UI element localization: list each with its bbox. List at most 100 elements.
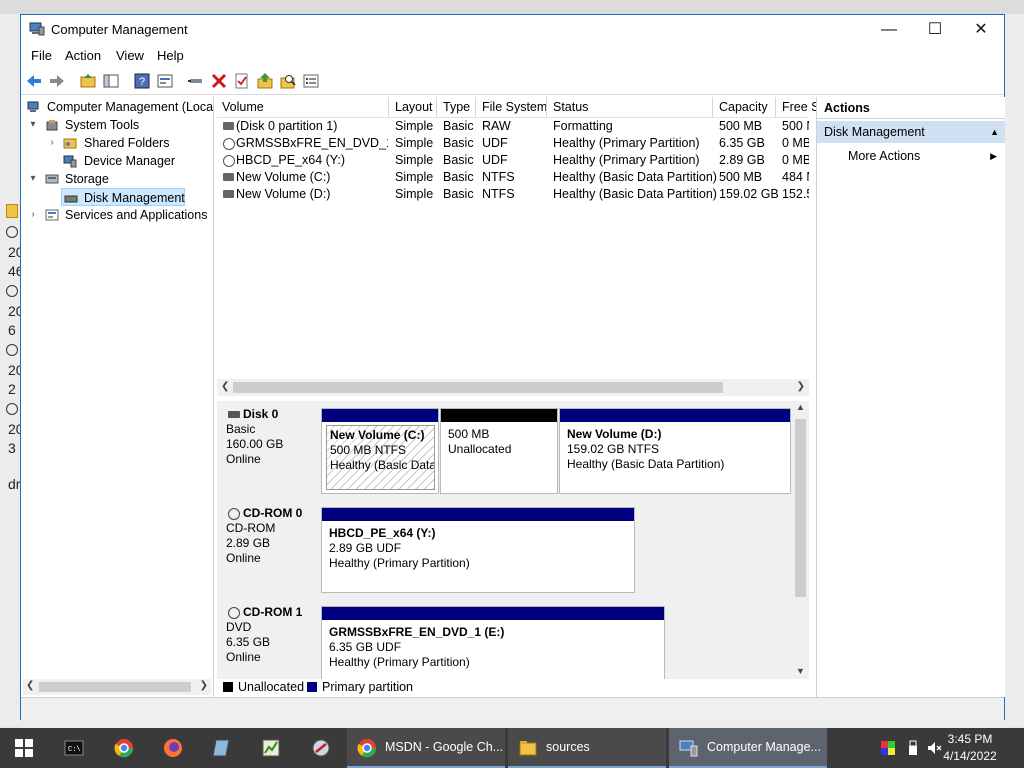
- tree-item-shared-folders[interactable]: › Shared Folders: [23, 134, 211, 152]
- scroll-up-icon[interactable]: ▲: [796, 402, 805, 412]
- menu-file[interactable]: File: [31, 48, 52, 63]
- column-header-type[interactable]: Type: [443, 100, 470, 114]
- expand-arrow-icon[interactable]: ›: [28, 206, 38, 224]
- back-arrow-icon[interactable]: [25, 72, 43, 90]
- scroll-thumb[interactable]: [795, 419, 806, 597]
- disk-name: CD-ROM 1: [243, 605, 303, 619]
- tree-item-services-applications[interactable]: › Services and Applications: [23, 206, 211, 224]
- cd-icon: [228, 607, 240, 619]
- search-icon[interactable]: [279, 72, 297, 90]
- actions-section-disk-management[interactable]: Disk Management ▲: [817, 121, 1005, 143]
- minimize-button[interactable]: —: [866, 15, 912, 45]
- column-header-status[interactable]: Status: [553, 100, 588, 114]
- scroll-down-icon[interactable]: ▼: [796, 666, 805, 676]
- help-icon[interactable]: ?: [133, 72, 151, 90]
- disk-info-cdrom-1[interactable]: CD-ROM 1 DVD 6.35 GB Online: [221, 605, 319, 679]
- scroll-right-icon[interactable]: ❯: [797, 381, 805, 392]
- check-icon[interactable]: [233, 72, 251, 90]
- partition-new-volume-c[interactable]: New Volume (C:) 500 MB NTFS Healthy (Bas…: [321, 408, 439, 494]
- tree-item-computer-management[interactable]: Computer Management (Local: [23, 98, 213, 116]
- color-app-tray-icon[interactable]: [880, 740, 896, 756]
- disk-view-vertical-scrollbar[interactable]: ▲ ▼: [792, 401, 809, 679]
- tree-item-disk-management[interactable]: Disk Management: [61, 188, 185, 206]
- chrome-icon: [114, 739, 134, 758]
- cell-layout: Simple: [395, 136, 434, 150]
- scroll-thumb[interactable]: [39, 682, 191, 692]
- collapse-arrow-icon[interactable]: ▾: [28, 170, 38, 188]
- column-header-capacity[interactable]: Capacity: [719, 100, 768, 114]
- menu-view[interactable]: View: [116, 48, 144, 63]
- title-bar[interactable]: Computer Management — ☐ ✕: [21, 15, 1004, 45]
- tree-item-system-tools[interactable]: ▾ System Tools: [23, 116, 211, 134]
- column-separator[interactable]: [546, 97, 547, 117]
- partition-hbcd-y[interactable]: HBCD_PE_x64 (Y:) 2.89 GB UDF Healthy (Pr…: [321, 507, 635, 593]
- column-header-layout[interactable]: Layout: [395, 100, 433, 114]
- partition-info: GRMSSBxFRE_EN_DVD_1 (E:) 6.35 GB UDF Hea…: [326, 623, 661, 679]
- more-actions-item[interactable]: More Actions ▶: [817, 145, 1005, 167]
- collapse-arrow-icon[interactable]: ▾: [28, 116, 38, 134]
- partition-info: HBCD_PE_x64 (Y:) 2.89 GB UDF Healthy (Pr…: [326, 524, 631, 589]
- tree-item-device-manager[interactable]: Device Manager: [23, 152, 211, 170]
- task-label: MSDN - Google Ch...: [385, 740, 504, 754]
- column-separator[interactable]: [388, 97, 389, 117]
- disk-info-disk-0[interactable]: Disk 0 Basic 160.00 GB Online: [221, 407, 319, 499]
- disk-size: 2.89 GB: [226, 536, 271, 550]
- partition-new-volume-d[interactable]: New Volume (D:) 159.02 GB NTFS Healthy (…: [559, 408, 791, 494]
- maximize-button[interactable]: ☐: [912, 15, 958, 45]
- close-button[interactable]: ✕: [958, 15, 1004, 45]
- forward-arrow-icon[interactable]: [48, 72, 66, 90]
- volume-row[interactable]: New Volume (C:) Simple Basic NTFS Health…: [217, 169, 809, 186]
- menu-action[interactable]: Action: [65, 48, 101, 63]
- column-separator[interactable]: [436, 97, 437, 117]
- scroll-thumb[interactable]: [233, 382, 723, 393]
- volume-list-horizontal-scrollbar[interactable]: ❮ ❯: [217, 379, 809, 396]
- column-separator[interactable]: [712, 97, 713, 117]
- partition-unallocated[interactable]: 500 MB Unallocated: [440, 408, 558, 494]
- usb-drive-tray-icon[interactable]: [906, 740, 920, 756]
- system-clock[interactable]: 3:45 PM 4/14/2022: [940, 731, 1000, 765]
- disk-management-pane: Volume Layout Type File System Status Ca…: [217, 97, 820, 697]
- scroll-right-icon[interactable]: ❯: [200, 680, 208, 691]
- upload-icon[interactable]: [256, 72, 274, 90]
- scroll-left-icon[interactable]: ❮: [221, 381, 229, 392]
- column-header-file-system[interactable]: File System: [482, 100, 547, 114]
- taskbar-firefox[interactable]: [149, 728, 197, 768]
- connect-icon[interactable]: [187, 72, 205, 90]
- taskbar-app-chart[interactable]: [247, 728, 295, 768]
- tree-item-storage[interactable]: ▾ Storage: [23, 170, 211, 188]
- menu-help[interactable]: Help: [157, 48, 184, 63]
- taskbar-chrome[interactable]: [100, 728, 148, 768]
- delete-icon[interactable]: [210, 72, 228, 90]
- disk-info-cdrom-0[interactable]: CD-ROM 0 CD-ROM 2.89 GB Online: [221, 506, 319, 598]
- tree-label: Shared Folders: [84, 136, 170, 150]
- cell-status: Healthy (Primary Partition): [553, 153, 700, 167]
- tree-horizontal-scrollbar[interactable]: ❮ ❯: [23, 679, 211, 695]
- taskbar-terminal[interactable]: C:\: [50, 728, 98, 768]
- start-button[interactable]: [0, 728, 48, 768]
- cell-volume: New Volume (C:): [236, 170, 331, 184]
- taskbar-app-tool[interactable]: [297, 728, 345, 768]
- taskbar-app-notebook[interactable]: [198, 728, 246, 768]
- volume-row[interactable]: (Disk 0 partition 1) Simple Basic RAW Fo…: [217, 118, 809, 135]
- list-view-icon[interactable]: [302, 72, 320, 90]
- up-folder-icon[interactable]: [79, 72, 97, 90]
- column-separator[interactable]: [775, 97, 776, 117]
- expand-arrow-icon[interactable]: ›: [47, 134, 57, 152]
- volume-row[interactable]: HBCD_PE_x64 (Y:) Simple Basic UDF Health…: [217, 152, 809, 169]
- taskbar-task-sources[interactable]: sources: [508, 728, 666, 768]
- column-header-volume[interactable]: Volume: [222, 100, 264, 114]
- partition-grmssbxfre-e[interactable]: GRMSSBxFRE_EN_DVD_1 (E:) 6.35 GB UDF Hea…: [321, 606, 665, 679]
- taskbar-task-msdn-chrome[interactable]: MSDN - Google Ch...: [347, 728, 505, 768]
- collapse-caret-icon[interactable]: ▲: [990, 121, 999, 143]
- background-window-left: 20 46 20 6 20 2 20 3 dr: [0, 14, 24, 726]
- properties-icon[interactable]: [156, 72, 174, 90]
- volume-row[interactable]: New Volume (D:) Simple Basic NTFS Health…: [217, 186, 809, 203]
- column-separator[interactable]: [475, 97, 476, 117]
- cell-type: Basic: [443, 136, 474, 150]
- submenu-arrow-icon: ▶: [990, 151, 997, 161]
- show-hide-tree-icon[interactable]: [102, 72, 120, 90]
- scroll-left-icon[interactable]: ❮: [26, 680, 34, 691]
- volume-row[interactable]: GRMSSBxFRE_EN_DVD_1 (E:) Simple Basic UD…: [217, 135, 809, 152]
- column-header-free-space[interactable]: Free S: [782, 100, 820, 114]
- taskbar-task-computer-management[interactable]: Computer Manage...: [669, 728, 827, 768]
